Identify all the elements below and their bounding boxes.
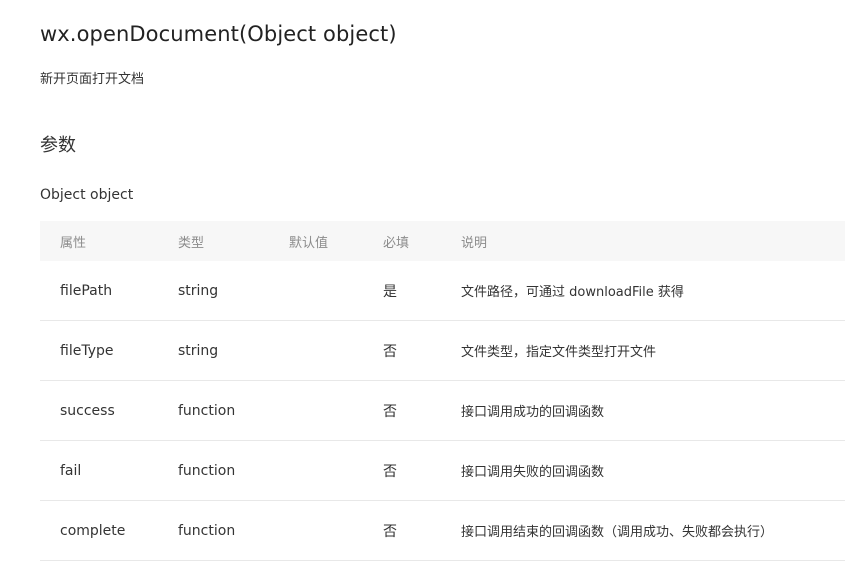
header-cell-default: 默认值 — [289, 235, 329, 251]
table-row: filePath string 是 文件路径，可通过 downloadFile … — [40, 261, 845, 321]
table-row: fileType string 否 文件类型，指定文件类型打开文件 — [40, 321, 845, 381]
param-required: 否 — [383, 403, 397, 420]
param-description: 接口调用成功的回调函数 — [461, 405, 605, 420]
params-table: 属性 类型 默认值 必填 说明 filePath string 是 文件路径，可… — [40, 221, 845, 561]
param-required: 否 — [383, 343, 397, 360]
table-header-row: 属性 类型 默认值 必填 说明 — [40, 221, 845, 261]
param-type: string — [178, 342, 219, 359]
table-row: fail function 否 接口调用失败的回调函数 — [40, 441, 845, 501]
param-description: 文件路径，可通过 downloadFile 获得 — [461, 285, 684, 300]
header-cell-attribute: 属性 — [60, 235, 87, 251]
param-name: fileType — [60, 342, 114, 359]
section-title-params: 参数 — [40, 135, 76, 156]
table-row: complete function 否 接口调用结束的回调函数（调用成功、失败都… — [40, 501, 845, 561]
page-description: 新开页面打开文档 — [40, 72, 145, 87]
table-row: success function 否 接口调用成功的回调函数 — [40, 381, 845, 441]
param-required: 否 — [383, 463, 397, 480]
param-type: function — [178, 462, 236, 479]
param-type: function — [178, 522, 236, 539]
param-type: function — [178, 402, 236, 419]
header-cell-type: 类型 — [178, 235, 205, 251]
page-title: wx.openDocument(Object object) — [40, 22, 397, 46]
param-name: complete — [60, 522, 126, 539]
param-name: success — [60, 402, 115, 419]
param-name: filePath — [60, 282, 113, 299]
param-name: fail — [60, 462, 82, 479]
param-required: 是 — [383, 283, 397, 300]
param-type: string — [178, 282, 219, 299]
param-required: 否 — [383, 523, 397, 540]
object-param-label: Object object — [40, 187, 134, 203]
param-description: 文件类型，指定文件类型打开文件 — [461, 345, 657, 360]
param-description: 接口调用失败的回调函数 — [461, 465, 605, 480]
param-description: 接口调用结束的回调函数（调用成功、失败都会执行） — [461, 525, 774, 540]
header-cell-description: 说明 — [461, 235, 488, 251]
header-cell-required: 必填 — [383, 235, 410, 251]
